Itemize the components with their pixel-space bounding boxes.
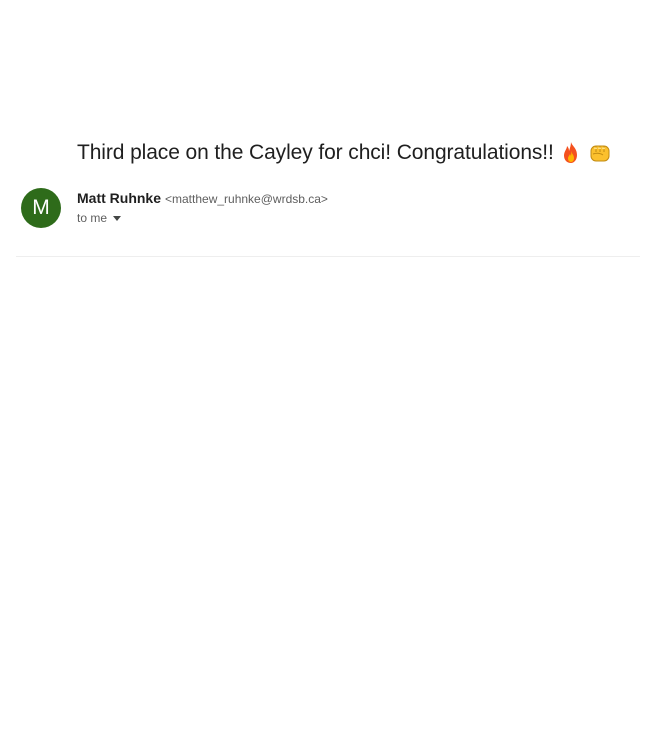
sender-info: Matt Ruhnke <matthew_ruhnke@wrdsb.ca> xyxy=(77,190,328,206)
sender-avatar[interactable]: M xyxy=(21,188,61,228)
recipient-label: to me xyxy=(77,211,108,225)
sender-name[interactable]: Matt Ruhnke xyxy=(77,190,161,206)
email-subject: Third place on the Cayley for chci! Cong… xyxy=(77,141,554,164)
header-divider xyxy=(16,256,640,257)
oncoming-fist-icon xyxy=(588,141,612,165)
sender-email: <matthew_ruhnke@wrdsb.ca> xyxy=(165,192,328,206)
email-view: Third place on the Cayley for chci! Cong… xyxy=(0,0,652,746)
chevron-down-icon[interactable] xyxy=(113,215,122,221)
avatar-letter: M xyxy=(32,196,50,219)
fire-icon xyxy=(559,141,583,165)
recipient-details-toggle[interactable]: to me xyxy=(77,211,122,225)
email-subject-row: Third place on the Cayley for chci! Cong… xyxy=(77,138,612,168)
